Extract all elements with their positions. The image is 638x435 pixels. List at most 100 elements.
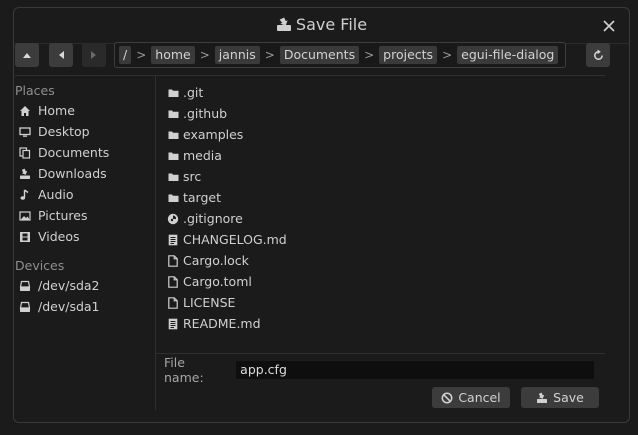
save-button[interactable]: Save <box>521 387 599 408</box>
file-icon <box>167 296 179 310</box>
sidebar-item-label: /dev/sda2 <box>38 278 100 293</box>
file-name-input[interactable] <box>236 361 594 379</box>
documents-icon <box>18 146 32 160</box>
file-list-item[interactable]: Cargo.toml <box>167 271 597 292</box>
file-list-item[interactable]: LICENSE <box>167 292 597 313</box>
chevron-up-icon <box>23 53 31 58</box>
file-name: Cargo.toml <box>183 274 252 289</box>
file-list-item[interactable]: examples <box>167 124 597 145</box>
breadcrumb-segment[interactable]: / <box>119 46 132 64</box>
sidebar-item-videos[interactable]: Videos <box>15 226 153 247</box>
folder-icon <box>167 128 179 142</box>
file-list-item[interactable]: .github <box>167 103 597 124</box>
file-list-item[interactable]: target <box>167 187 597 208</box>
sidebar-item-label: Pictures <box>38 208 88 223</box>
file-list-item[interactable]: .git <box>167 82 597 103</box>
desktop-icon <box>18 125 32 139</box>
sidebar-item-desktop[interactable]: Desktop <box>15 121 153 142</box>
sidebar-item-downloads[interactable]: Downloads <box>15 163 153 184</box>
devices-label: Devices <box>15 258 65 273</box>
sidebar-item-label: Desktop <box>38 124 90 139</box>
chevron-right-icon <box>91 51 96 59</box>
folder-icon <box>167 86 179 100</box>
sidebar-item-sda1[interactable]: /dev/sda1 <box>15 296 153 317</box>
file-name: README.md <box>183 316 261 331</box>
cancel-button[interactable]: Cancel <box>432 387 510 408</box>
close-icon[interactable] <box>601 18 617 34</box>
file-name: .github <box>183 106 228 121</box>
divider <box>156 353 605 354</box>
file-list: .git .github examples media src target .gitign… <box>167 82 597 334</box>
file-list-item[interactable]: README.md <box>167 313 597 334</box>
back-button[interactable] <box>49 43 73 67</box>
chevron-left-icon <box>59 51 64 59</box>
sidebar-item-documents[interactable]: Documents <box>15 142 153 163</box>
breadcrumb-separator: > <box>364 48 375 62</box>
folder-icon <box>167 107 179 121</box>
breadcrumb-separator: > <box>264 48 275 62</box>
sidebar-item-home[interactable]: Home <box>15 100 153 121</box>
file-list-item[interactable]: src <box>167 166 597 187</box>
git-icon <box>167 212 179 226</box>
breadcrumb-segment[interactable]: home <box>151 46 195 64</box>
sidebar-item-label: Audio <box>38 187 74 202</box>
breadcrumb-segment[interactable]: Documents <box>279 46 360 64</box>
drive-icon <box>18 279 32 293</box>
dialog-title-text: Save File <box>295 15 368 34</box>
breadcrumb-segment[interactable]: jannis <box>214 46 260 64</box>
divider <box>155 76 156 410</box>
sidebar-item-pictures[interactable]: Pictures <box>15 205 153 226</box>
sidebar-item-audio[interactable]: Audio <box>15 184 153 205</box>
places-label: Places <box>15 83 55 98</box>
file-list-item[interactable]: CHANGELOG.md <box>167 229 597 250</box>
breadcrumb-separator: > <box>136 48 147 62</box>
refresh-button[interactable] <box>586 43 610 67</box>
sidebar: Places Home Desktop Documents Downloads … <box>15 82 153 317</box>
sidebar-item-label: Downloads <box>38 166 107 181</box>
document-icon <box>167 317 179 331</box>
file-list-item[interactable]: .gitignore <box>167 208 597 229</box>
breadcrumb: / > home > jannis > Documents > projects… <box>114 42 566 68</box>
film-icon <box>18 230 32 244</box>
breadcrumb-segment[interactable]: projects <box>379 46 438 64</box>
file-list-item[interactable]: media <box>167 145 597 166</box>
file-icon <box>167 275 179 289</box>
file-icon <box>167 254 179 268</box>
save-icon <box>537 392 548 403</box>
dialog-title: Save File <box>14 15 629 36</box>
refresh-icon <box>593 48 603 60</box>
file-name: examples <box>183 127 244 142</box>
file-name: CHANGELOG.md <box>183 232 287 247</box>
folder-icon <box>167 170 179 184</box>
downloads-icon <box>18 167 32 181</box>
divider <box>15 75 605 76</box>
home-icon <box>18 104 32 118</box>
file-name: .gitignore <box>183 211 243 226</box>
sidebar-item-label: Documents <box>38 145 110 160</box>
parent-directory-button[interactable] <box>15 43 39 67</box>
sidebar-item-label: Videos <box>38 229 80 244</box>
file-name-row: File name: <box>164 355 594 385</box>
breadcrumb-separator: > <box>199 48 210 62</box>
titlebar: Save File <box>14 8 629 44</box>
save-label: Save <box>553 390 584 405</box>
folder-icon <box>167 149 179 163</box>
picture-icon <box>18 209 32 223</box>
file-name: src <box>183 169 202 184</box>
music-note-icon <box>18 188 32 202</box>
file-name: Cargo.lock <box>183 253 249 268</box>
breadcrumb-segment[interactable]: egui-file-dialog <box>457 46 559 64</box>
file-name: media <box>183 148 222 163</box>
sidebar-item-label: Home <box>38 103 75 118</box>
navigation-toolbar: / > home > jannis > Documents > projects… <box>15 42 610 69</box>
save-icon <box>276 16 292 36</box>
file-name: target <box>183 190 222 205</box>
file-list-item[interactable]: Cargo.lock <box>167 250 597 271</box>
document-icon <box>167 233 179 247</box>
forward-button[interactable] <box>82 43 106 67</box>
sidebar-item-sda2[interactable]: /dev/sda2 <box>15 275 153 296</box>
cancel-label: Cancel <box>458 390 501 405</box>
breadcrumb-separator: > <box>442 48 453 62</box>
file-name-label: File name: <box>164 355 204 385</box>
sidebar-item-label: /dev/sda1 <box>38 299 100 314</box>
